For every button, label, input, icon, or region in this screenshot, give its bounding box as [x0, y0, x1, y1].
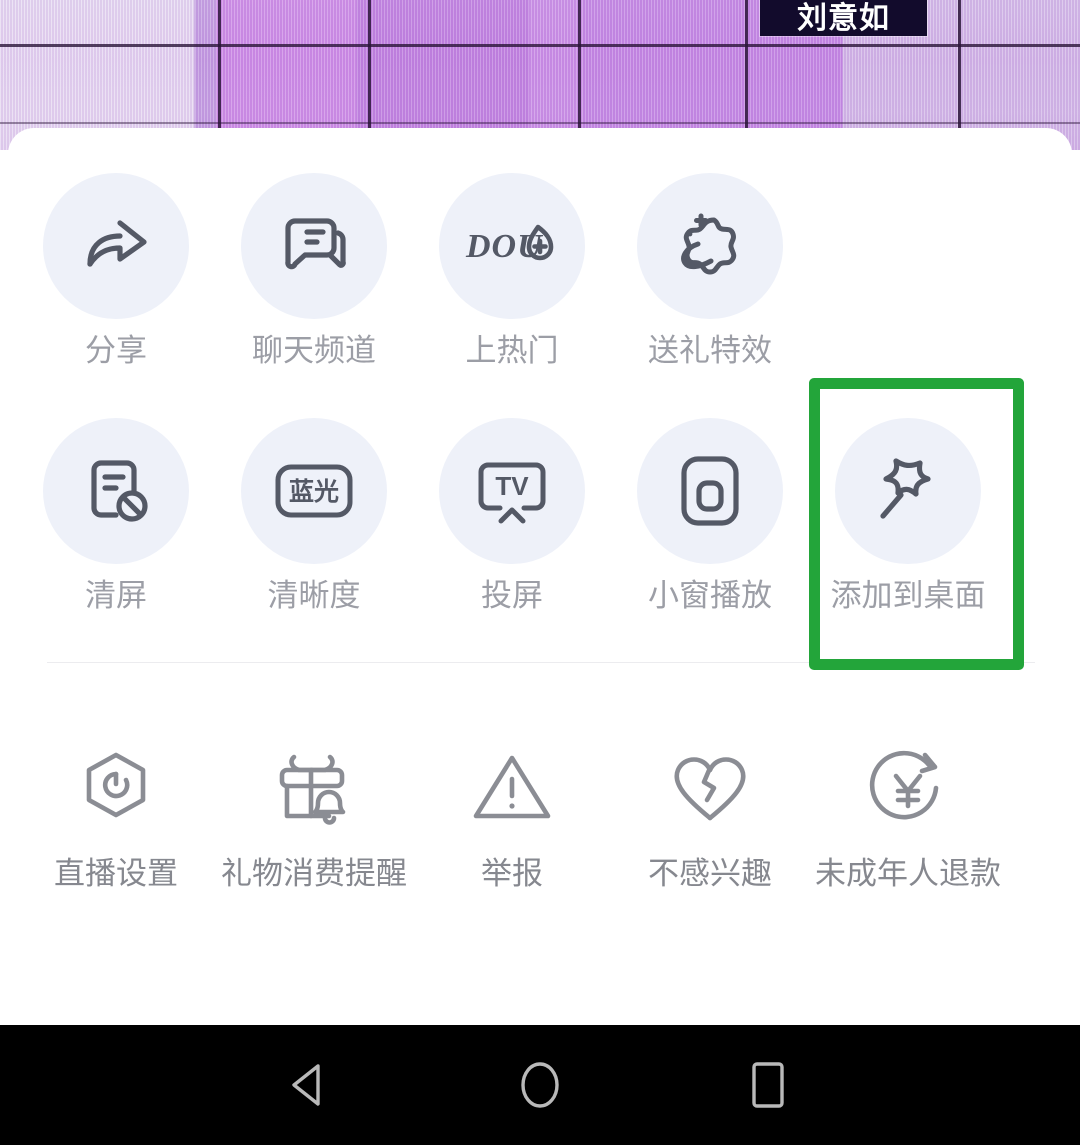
option-pip[interactable]: 小窗播放: [611, 418, 809, 611]
more-options-sheet: 分享 聊天频道 DOU 上热门 送礼特效 清屏 蓝光 清晰度 TV 投屏 小窗播…: [8, 128, 1072, 1018]
option-label: 投屏: [481, 578, 543, 613]
option-minor-refund[interactable]: 未成年人退款: [809, 728, 1007, 889]
option-label: 未成年人退款: [815, 856, 1001, 891]
option-clear-screen[interactable]: 清屏: [17, 418, 215, 611]
bluray-quality-icon: 蓝光: [241, 418, 387, 564]
pin-icon: [835, 418, 981, 564]
warning-triangle-icon: [439, 728, 585, 848]
dou-plus-icon: DOU: [439, 173, 585, 319]
option-live-settings[interactable]: 直播设置: [17, 728, 215, 889]
cast-tv-icon: TV: [439, 418, 585, 564]
refund-yuan-icon: [835, 728, 981, 848]
back-triangle-icon[interactable]: [250, 1025, 370, 1145]
option-label: 送礼特效: [648, 333, 772, 368]
option-not-interested[interactable]: 不感兴趣: [611, 728, 809, 889]
option-add-to-desktop[interactable]: 添加到桌面: [809, 418, 1007, 611]
option-label: 礼物消费提醒: [221, 856, 407, 891]
option-label: 添加到桌面: [830, 578, 986, 613]
gift-effect-star-icon: [637, 173, 783, 319]
option-gift-spending-reminder[interactable]: 礼物消费提醒: [215, 728, 413, 889]
streamer-name-tag: 刘意如: [760, 0, 927, 36]
option-label: 直播设置: [54, 856, 178, 891]
option-label: 分享: [85, 333, 147, 368]
broken-heart-icon: [637, 728, 783, 848]
option-quality[interactable]: 蓝光 清晰度: [215, 418, 413, 611]
row-primary: 分享 聊天频道 DOU 上热门 送礼特效: [8, 173, 1072, 366]
home-circle-icon[interactable]: [480, 1025, 600, 1145]
picture-in-picture-icon: [637, 418, 783, 564]
option-label: 不感兴趣: [648, 856, 772, 891]
option-gift-effect[interactable]: 送礼特效: [611, 173, 809, 366]
option-label: 上热门: [465, 333, 559, 368]
svg-text:TV: TV: [495, 471, 529, 501]
row-settings: 直播设置 礼物消费提醒 举报 不感兴趣 未成年人退款: [8, 728, 1072, 889]
option-truncated[interactable]: 优: [1007, 728, 1072, 889]
option-label: 清屏: [85, 578, 147, 613]
option-label: 举报: [481, 856, 543, 891]
clear-screen-icon: [43, 418, 189, 564]
option-label: 聊天频道: [252, 333, 376, 368]
partial-circle-icon: [1033, 728, 1072, 848]
video-grid-line: [0, 122, 1080, 124]
gift-bell-icon: [241, 728, 387, 848]
section-divider: [47, 662, 1035, 663]
video-grid-line: [0, 44, 1080, 47]
share-arrow-icon: [43, 173, 189, 319]
option-dou-plus[interactable]: DOU 上热门: [413, 173, 611, 366]
option-report[interactable]: 举报: [413, 728, 611, 889]
hexagon-gear-icon: [43, 728, 189, 848]
option-cast[interactable]: TV 投屏: [413, 418, 611, 611]
option-share[interactable]: 分享: [17, 173, 215, 366]
android-navigation-bar: [0, 1025, 1080, 1145]
recents-square-icon[interactable]: [708, 1025, 828, 1145]
chat-bubble-icon: [241, 173, 387, 319]
option-chat-channel[interactable]: 聊天频道: [215, 173, 413, 366]
svg-text:蓝光: 蓝光: [289, 478, 339, 506]
option-label: 清晰度: [267, 578, 361, 613]
row-playback: 清屏 蓝光 清晰度 TV 投屏 小窗播放 添加到桌面: [8, 418, 1072, 611]
option-label: 小窗播放: [648, 578, 772, 613]
